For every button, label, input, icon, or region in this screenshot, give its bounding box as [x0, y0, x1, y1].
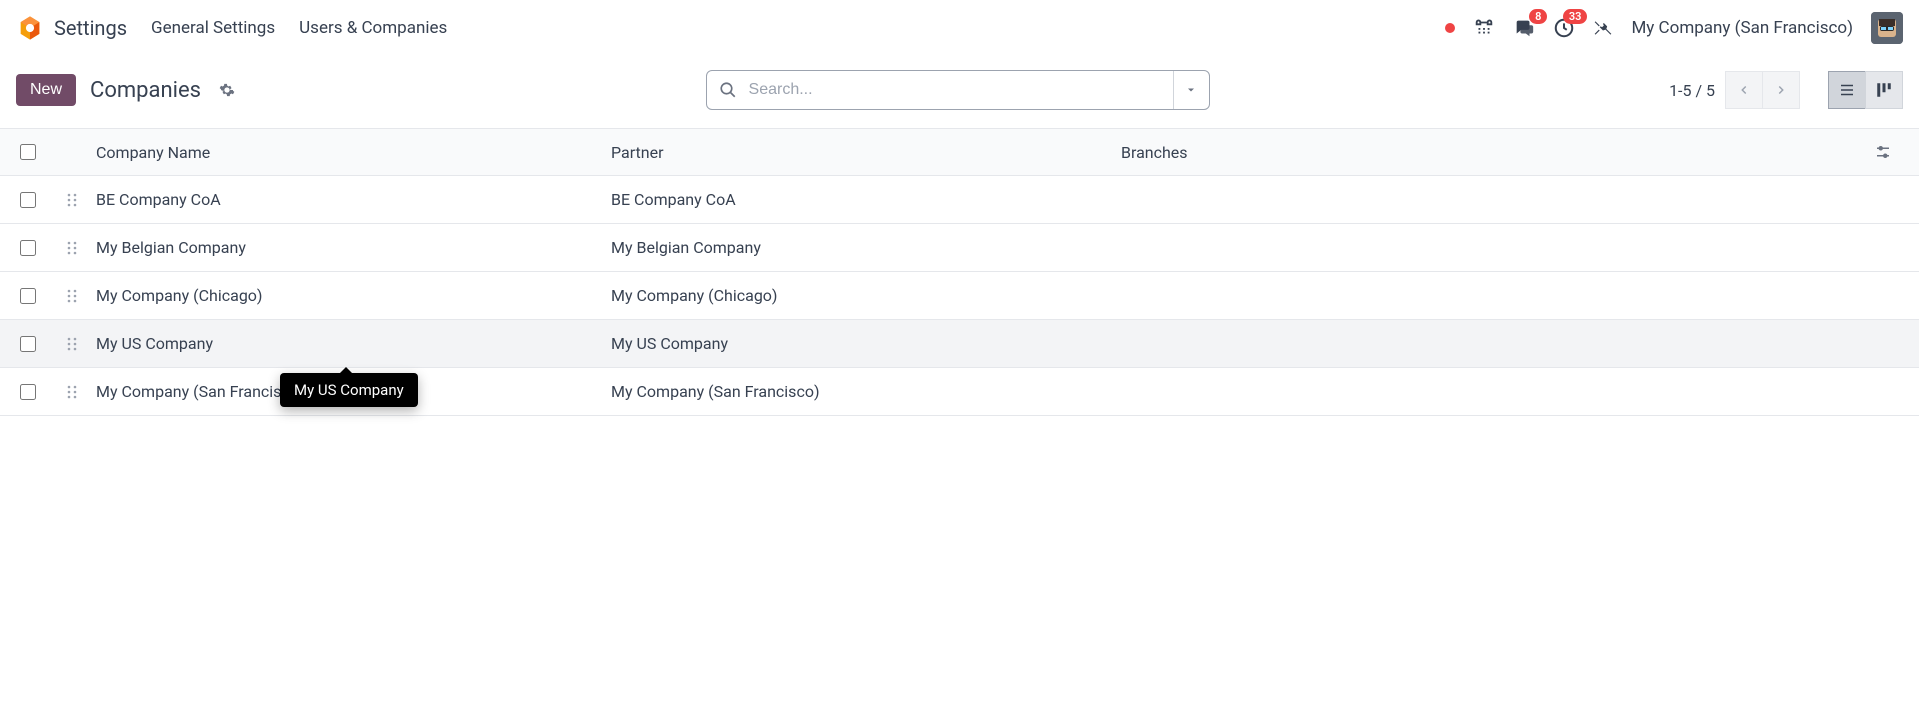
pager-next-button[interactable] — [1762, 71, 1800, 109]
search-icon — [707, 81, 749, 99]
topbar: Settings General Settings Users & Compan… — [0, 0, 1919, 56]
row-checkbox[interactable] — [20, 240, 36, 256]
row-checkbox[interactable] — [20, 288, 36, 304]
app-title[interactable]: Settings — [54, 16, 127, 40]
messages-badge: 8 — [1529, 9, 1547, 24]
cell-company-name: BE Company CoA — [96, 190, 611, 209]
user-avatar[interactable] — [1871, 12, 1903, 44]
search-input[interactable] — [749, 71, 1173, 109]
row-checkbox[interactable] — [20, 384, 36, 400]
search-dropdown-toggle[interactable] — [1173, 71, 1209, 109]
pager: 1-5 / 5 — [1669, 71, 1903, 109]
list-view-button[interactable] — [1828, 71, 1866, 109]
header-company-name[interactable]: Company Name — [96, 143, 611, 162]
debug-tools-icon[interactable] — [1593, 18, 1613, 38]
new-button[interactable]: New — [16, 74, 76, 106]
nav-links: General Settings Users & Companies — [151, 18, 447, 38]
cell-partner: My Company (Chicago) — [611, 286, 1121, 305]
cell-partner: My Belgian Company — [611, 238, 1121, 257]
drag-handle-icon[interactable] — [66, 384, 96, 400]
cell-partner: BE Company CoA — [611, 190, 1121, 209]
table-row[interactable]: My Belgian Company My Belgian Company — [0, 224, 1919, 272]
activities-icon[interactable]: 33 — [1553, 17, 1575, 39]
header-branches[interactable]: Branches — [1121, 143, 1863, 162]
nav-users-companies[interactable]: Users & Companies — [299, 18, 447, 38]
activities-badge: 33 — [1563, 9, 1588, 24]
cell-partner: My US Company — [611, 334, 1121, 353]
dialer-icon[interactable] — [1473, 17, 1495, 39]
nav-general-settings[interactable]: General Settings — [151, 18, 275, 38]
select-all-checkbox[interactable] — [20, 144, 36, 160]
table-row[interactable]: BE Company CoA BE Company CoA — [0, 176, 1919, 224]
kanban-view-button[interactable] — [1865, 71, 1903, 109]
breadcrumb-title[interactable]: Companies — [90, 78, 201, 103]
table-row[interactable]: My Company (Chicago) My Company (Chicago… — [0, 272, 1919, 320]
control-bar: New Companies 1-5 / 5 — [0, 56, 1919, 128]
table-row[interactable]: My US Company My US Company My US Compan… — [0, 320, 1919, 368]
cell-company-name: My US Company — [96, 334, 611, 353]
select-all-checkbox-cell — [16, 144, 66, 160]
row-checkbox[interactable] — [20, 336, 36, 352]
view-switcher — [1828, 71, 1903, 109]
cell-partner: My Company (San Francisco) — [611, 382, 1121, 401]
drag-handle-icon[interactable] — [66, 192, 96, 208]
app-logo[interactable] — [16, 14, 44, 42]
header-partner[interactable]: Partner — [611, 143, 1121, 162]
drag-handle-icon[interactable] — [66, 336, 96, 352]
view-settings-icon[interactable] — [219, 82, 235, 98]
table-header: Company Name Partner Branches — [0, 128, 1919, 176]
cell-company-name: My Company (Chicago) — [96, 286, 611, 305]
drag-handle-icon[interactable] — [66, 240, 96, 256]
pager-range[interactable]: 1-5 / 5 — [1669, 81, 1715, 100]
current-company[interactable]: My Company (San Francisco) — [1631, 18, 1853, 38]
tooltip: My US Company — [280, 373, 418, 407]
cell-company-name: My Belgian Company — [96, 238, 611, 257]
search-box — [706, 70, 1210, 110]
optional-columns-icon[interactable] — [1863, 143, 1903, 161]
pager-prev-button[interactable] — [1725, 71, 1763, 109]
topbar-right: 8 33 My Company (San Francisco) — [1445, 12, 1903, 44]
recording-indicator — [1445, 23, 1455, 33]
messages-icon[interactable]: 8 — [1513, 17, 1535, 39]
row-checkbox[interactable] — [20, 192, 36, 208]
drag-handle-icon[interactable] — [66, 288, 96, 304]
